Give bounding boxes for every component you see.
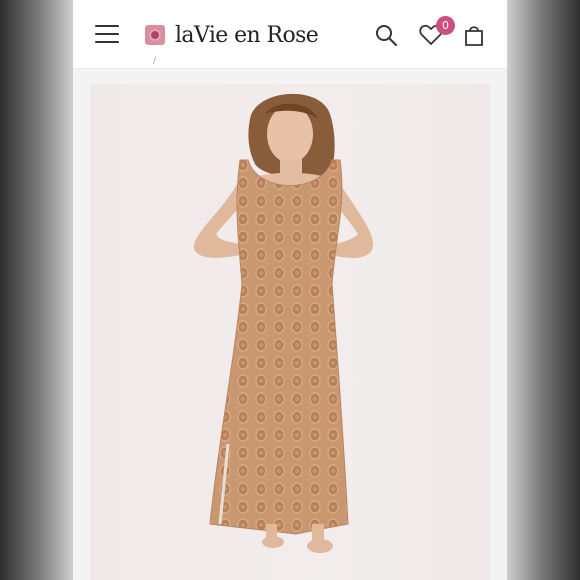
product-image — [90, 84, 490, 580]
wishlist-count-badge: 0 — [436, 16, 455, 35]
search-icon[interactable] — [373, 22, 399, 48]
brand-name: laVie en Rose — [175, 22, 319, 48]
left-background-blur — [0, 0, 73, 580]
model-wearing-crochet-maxi-dress — [90, 84, 490, 580]
brand-logo[interactable]: laVie en Rose — [145, 20, 319, 50]
rose-logo-icon — [145, 25, 165, 45]
breadcrumb-fragment: / — [153, 56, 157, 66]
shopping-bag-icon[interactable] — [461, 22, 487, 48]
site-header: laVie en Rose 0 — [73, 0, 507, 68]
hamburger-menu-icon[interactable] — [95, 25, 119, 43]
mobile-page: laVie en Rose 0 / — [73, 0, 507, 580]
right-background-blur — [507, 0, 580, 580]
